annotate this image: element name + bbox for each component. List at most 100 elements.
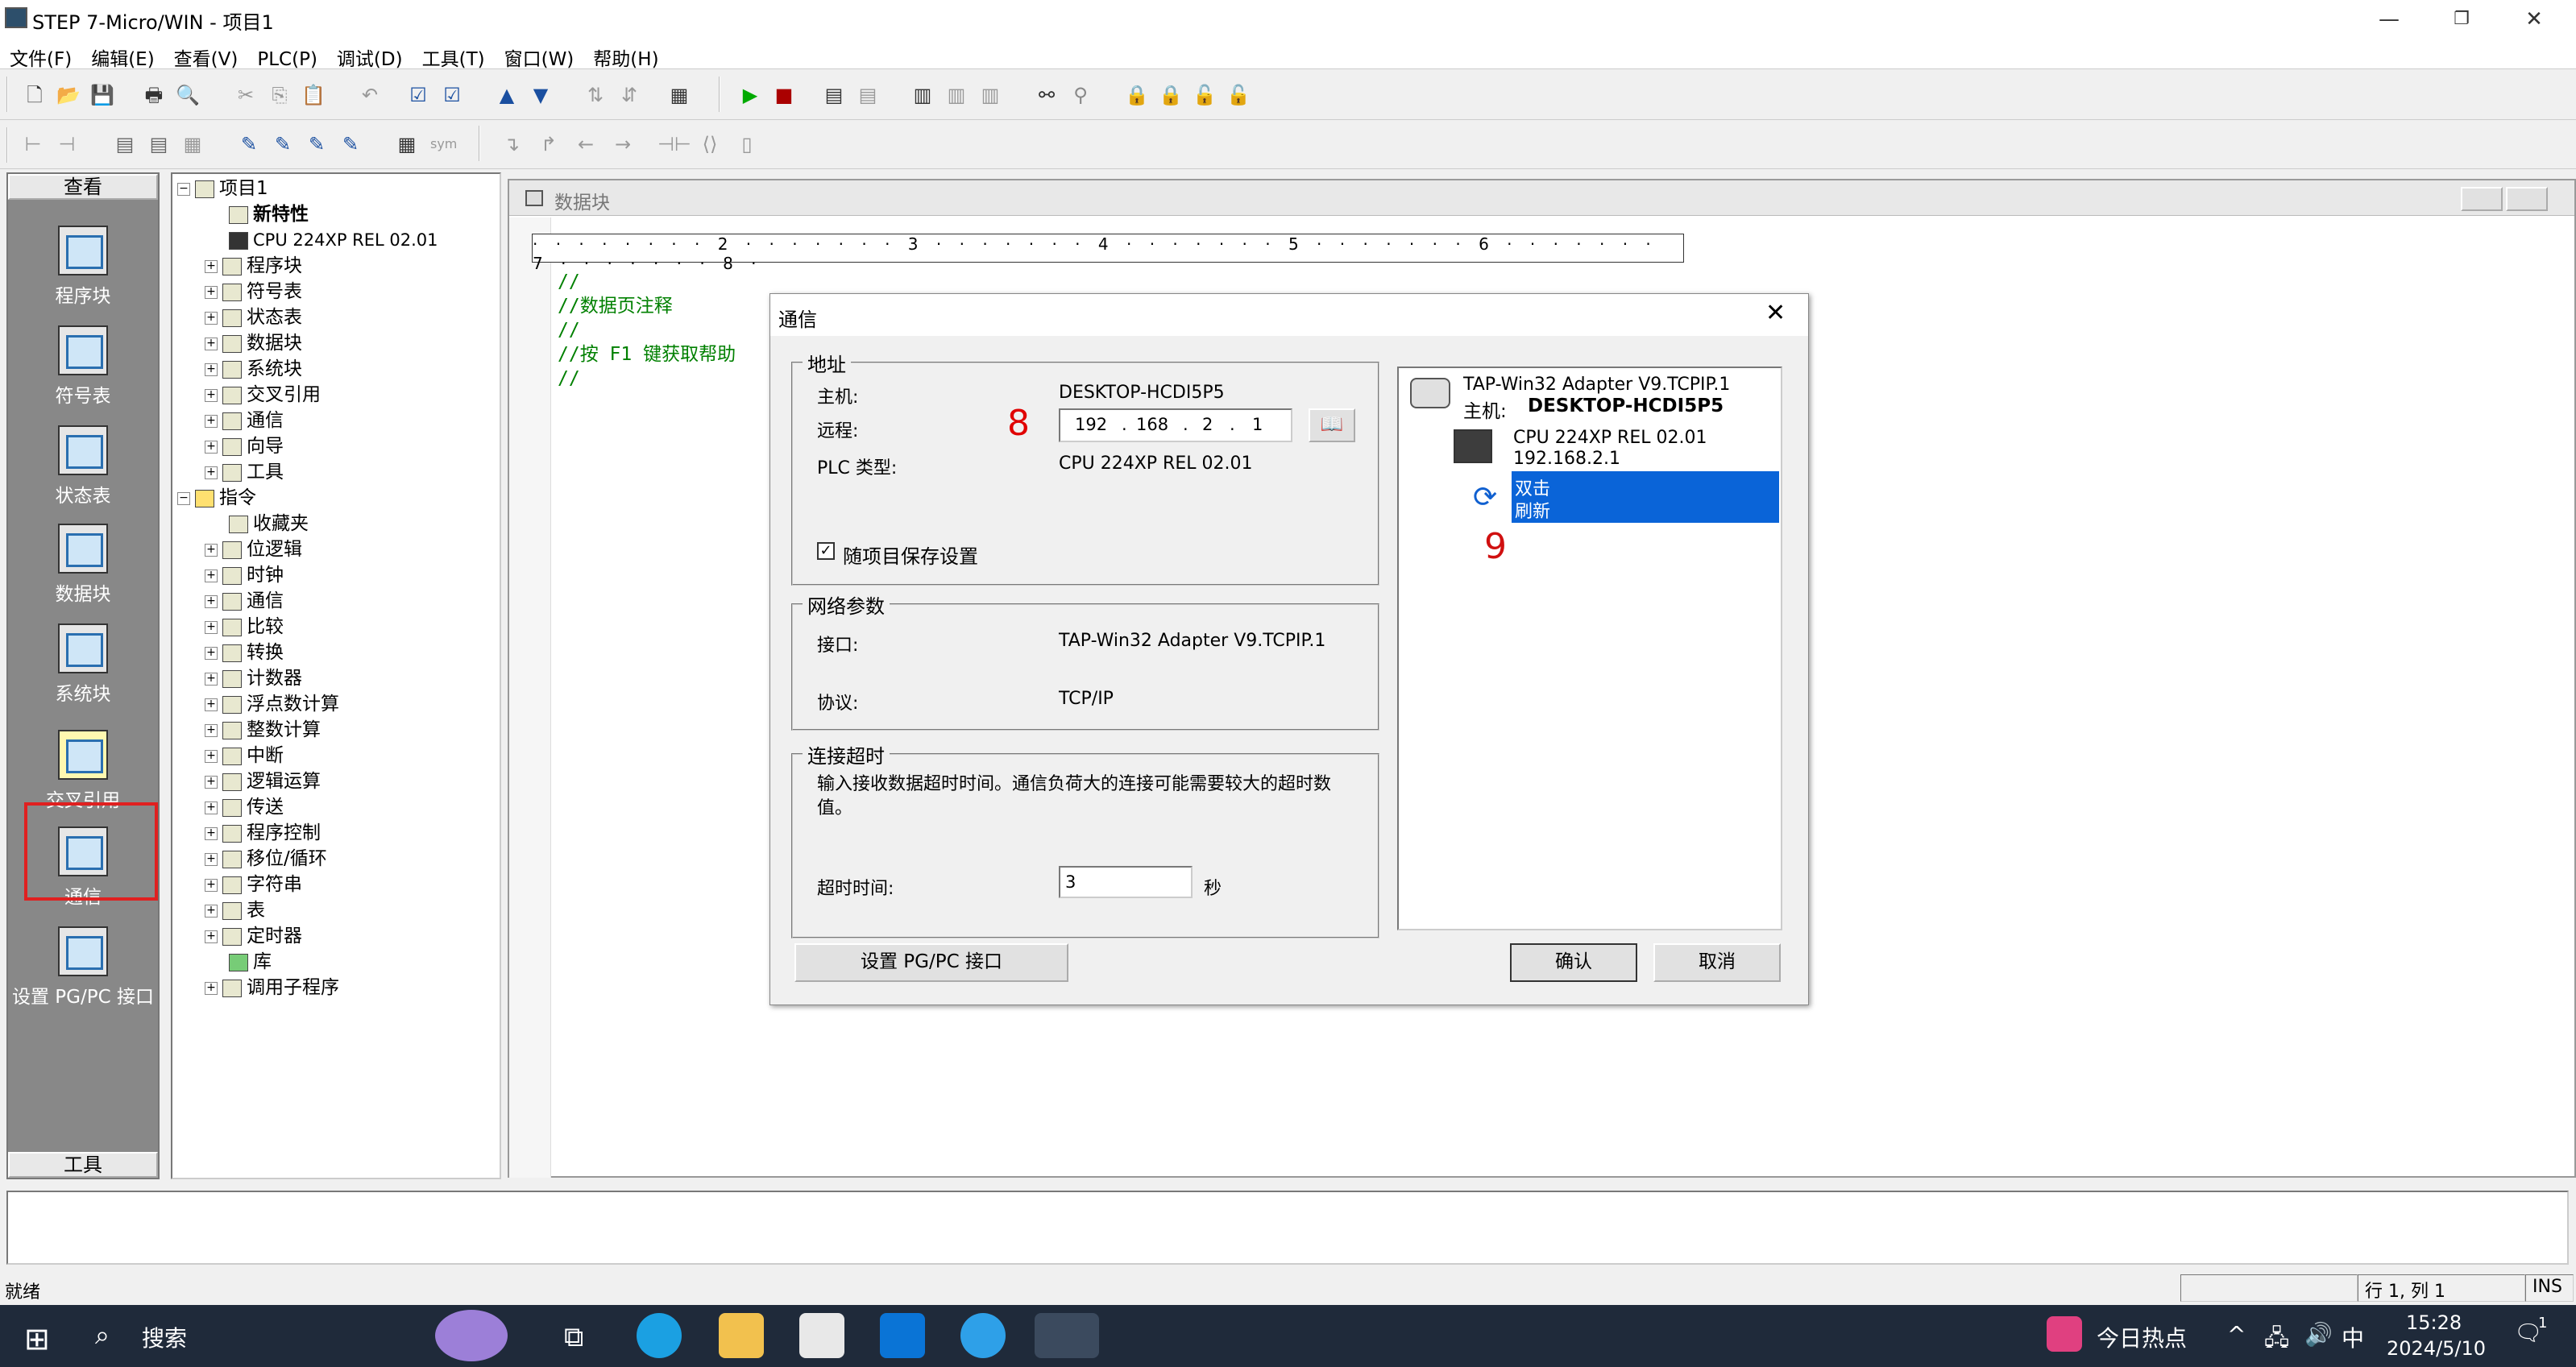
poi-next-icon[interactable]: ✎ — [271, 132, 295, 156]
save-icon[interactable]: 💾 — [90, 83, 114, 107]
ime-indicator[interactable]: 中 — [2342, 1321, 2364, 1353]
tree-item[interactable]: + 计数器 — [205, 665, 302, 691]
tree-item[interactable]: 收藏夹 — [229, 511, 309, 536]
mail-icon[interactable] — [880, 1313, 925, 1358]
toggle-poi-icon[interactable]: ✎ — [237, 132, 261, 156]
tree-project[interactable]: − 项目1 — [177, 176, 268, 201]
nav-cross-reference[interactable]: 交叉引用 — [8, 730, 158, 812]
tree-item[interactable]: + 数据块 — [205, 330, 302, 356]
box-icon[interactable]: ▯ — [735, 132, 759, 156]
tree-item[interactable]: + 状态表 — [205, 304, 302, 330]
compile-all-icon[interactable]: ☑ — [440, 83, 464, 107]
tree-item[interactable]: + 调用子程序 — [205, 975, 339, 1000]
write-all-icon[interactable]: ▥ — [978, 83, 1002, 107]
ok-button[interactable]: 确认 — [1510, 943, 1637, 982]
nav-header[interactable]: 查看 — [8, 174, 158, 200]
force-icon[interactable]: ⚲ — [1068, 83, 1093, 107]
tree-instructions[interactable]: − 指令 — [177, 485, 256, 511]
maximize-button[interactable]: ❐ — [2425, 0, 2498, 39]
sym-icon[interactable]: sym — [430, 132, 457, 156]
print-icon[interactable]: 🖶 — [142, 83, 166, 107]
view-stl-icon[interactable]: ▦ — [180, 132, 205, 156]
editor-restore-button[interactable] — [2506, 187, 2548, 211]
tree-item[interactable]: + 程序块 — [205, 253, 302, 279]
minimize-button[interactable]: — — [2353, 0, 2425, 39]
tree-item[interactable]: + 工具 — [205, 459, 284, 485]
tree-item[interactable]: CPU 224XP REL 02.01 — [229, 227, 438, 253]
tree-item[interactable]: + 时钟 — [205, 562, 284, 588]
start-icon[interactable]: ⊞ — [24, 1321, 50, 1357]
program-status-icon[interactable]: ▤ — [822, 83, 846, 107]
code-comments[interactable]: // //数据页注释 // //按 F1 键获取帮助 // — [558, 270, 736, 391]
symbol-table-icon[interactable]: ▦ — [395, 132, 419, 156]
refresh-icon[interactable]: ⟳ — [1473, 481, 1497, 514]
poi-clear-icon[interactable]: ✎ — [338, 132, 363, 156]
run-icon[interactable]: ▶ — [738, 83, 762, 107]
tree-item[interactable]: + 传送 — [205, 794, 284, 820]
clock-time[interactable]: 15:28 — [2406, 1311, 2462, 1334]
nav-system-block[interactable]: 系统块 — [8, 623, 158, 706]
pause-status-icon[interactable]: ▤ — [856, 83, 880, 107]
open-icon[interactable]: 📂 — [56, 83, 81, 107]
lock2-icon[interactable]: 🔒 — [1159, 83, 1183, 107]
sort-desc-icon[interactable]: ⇵ — [617, 83, 641, 107]
address-book-button[interactable]: 📖 — [1309, 408, 1355, 442]
task-view-icon[interactable]: ⧉ — [564, 1321, 583, 1353]
tree-item[interactable]: 库 — [229, 949, 272, 975]
edge-icon[interactable] — [637, 1313, 682, 1358]
copy-icon[interactable]: ⎘ — [268, 83, 292, 107]
print-preview-icon[interactable]: 🔍 — [176, 83, 200, 107]
network-icon[interactable]: 🖧 — [2264, 1321, 2289, 1360]
chart-status-icon[interactable]: ▥ — [911, 83, 935, 107]
line-left-icon[interactable]: ← — [574, 132, 598, 156]
save-settings-checkbox[interactable]: ✓ — [817, 542, 835, 560]
tree-item[interactable]: + 通信 — [205, 408, 284, 433]
set-pgpc-interface-button[interactable]: 设置 PG/PC 接口 — [794, 943, 1068, 982]
line-right-icon[interactable]: → — [611, 132, 635, 156]
nav-footer[interactable]: 工具 — [8, 1152, 158, 1178]
tree-item[interactable]: + 转换 — [205, 640, 284, 665]
news-icon[interactable] — [2047, 1316, 2082, 1352]
tree-item[interactable]: + 定时器 — [205, 923, 302, 949]
output-window[interactable] — [6, 1191, 2569, 1265]
step7-taskbar-icon[interactable] — [1035, 1313, 1099, 1358]
file-explorer-icon[interactable] — [719, 1313, 764, 1358]
view-fbd-icon[interactable]: ▤ — [147, 132, 171, 156]
line-down-icon[interactable]: ↴ — [500, 132, 524, 156]
timeout-input[interactable]: 3 — [1059, 866, 1193, 898]
lock4-icon[interactable]: 🔓 — [1226, 83, 1251, 107]
tree-item[interactable]: + 字符串 — [205, 872, 302, 897]
nav-program-block[interactable]: 程序块 — [8, 226, 158, 308]
paste-icon[interactable]: 📋 — [301, 83, 326, 107]
cloud-icon[interactable] — [960, 1313, 1006, 1358]
cancel-button[interactable]: 取消 — [1653, 943, 1781, 982]
tree-item[interactable]: + 整数计算 — [205, 717, 321, 743]
tree-item[interactable]: + 位逻辑 — [205, 536, 302, 562]
tree-item[interactable]: + 逻辑运算 — [205, 768, 321, 794]
tree-item[interactable]: + 符号表 — [205, 279, 302, 304]
tree-item[interactable]: + 移位/循环 — [205, 846, 327, 872]
taskbar-search[interactable]: ⌕ 搜索 — [81, 1305, 508, 1367]
tree-item[interactable]: + 通信 — [205, 588, 284, 614]
nav-set-pgpc-interface[interactable]: 设置 PG/PC 接口 — [8, 926, 158, 1009]
cpu-model[interactable]: CPU 224XP REL 02.01 — [1513, 428, 1707, 448]
nav-data-block[interactable]: 数据块 — [8, 524, 158, 606]
close-button[interactable]: ✕ — [2498, 0, 2570, 39]
trend-icon[interactable]: ⚯ — [1035, 83, 1059, 107]
nav-status-chart[interactable]: 状态表 — [8, 425, 158, 507]
tree-item[interactable]: + 交叉引用 — [205, 382, 321, 408]
editor-minimize-button[interactable] — [2461, 187, 2503, 211]
insert-network-icon[interactable]: ⊢ — [21, 132, 45, 156]
coil-icon[interactable]: ⟨⟩ — [698, 132, 722, 156]
lock1-icon[interactable]: 🔒 — [1125, 83, 1149, 107]
sort-asc-icon[interactable]: ⇅ — [583, 83, 608, 107]
tray-chevron-icon[interactable]: ^ — [2227, 1321, 2246, 1348]
download-icon[interactable]: ▼ — [529, 83, 553, 107]
tree-item[interactable]: + 向导 — [205, 433, 284, 459]
clock-date[interactable]: 2024/5/10 — [2387, 1337, 2486, 1360]
tree-item[interactable]: + 中断 — [205, 743, 284, 768]
undo-icon[interactable]: ↶ — [358, 83, 382, 107]
tree-item[interactable]: 新特性 — [229, 201, 309, 227]
refresh-item[interactable]: 双击 刷新 — [1512, 471, 1779, 523]
options-icon[interactable]: ▦ — [667, 83, 691, 107]
